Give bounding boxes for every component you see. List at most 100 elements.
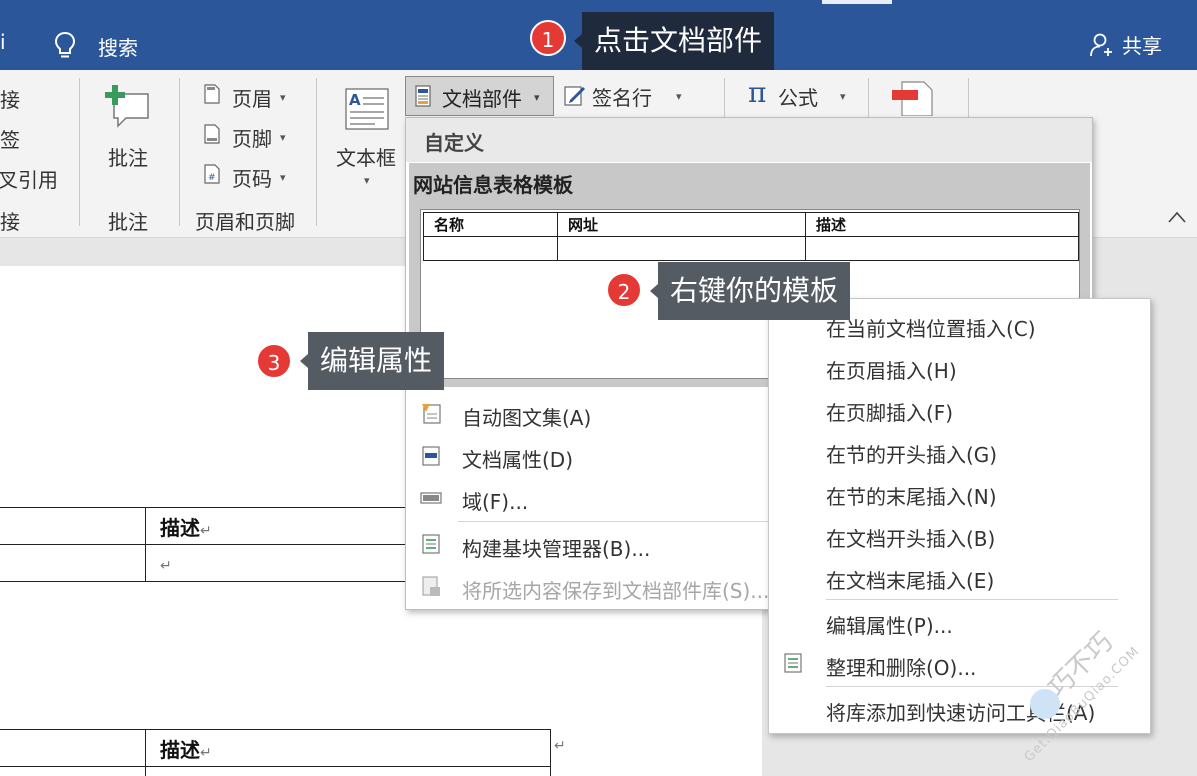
paragraph-mark: ↵ <box>200 522 212 539</box>
title-bar-tab-stub <box>822 0 892 4</box>
share-button[interactable]: 共享 <box>1122 30 1162 59</box>
template-preview-table: 名称 网址 描述 <box>423 212 1079 261</box>
gallery-section-header: 自定义 <box>406 118 1092 162</box>
field-icon <box>420 492 442 504</box>
title-bar-fragment: i <box>0 30 6 54</box>
text-box-button[interactable]: 文本框 <box>336 142 396 171</box>
table-cell[interactable] <box>0 544 146 582</box>
preview-header-desc: 描述 <box>805 212 1079 237</box>
step-badge-1: 1 <box>530 20 566 56</box>
quick-parts-caret: ▾ <box>534 91 540 104</box>
preview-header-name: 名称 <box>423 212 558 237</box>
comment-group-label: 批注 <box>108 210 148 234</box>
step-badge-2: 2 <box>606 272 642 308</box>
signature-line-icon <box>564 86 585 106</box>
group-separator <box>868 78 869 118</box>
page-number-dropdown-caret[interactable]: ▾ <box>280 171 286 184</box>
preview-header-url: 网址 <box>557 212 806 237</box>
header-footer-group-label: 页眉和页脚 <box>195 210 295 234</box>
ctx-organize-and-delete[interactable]: 整理和删除(O)... <box>826 652 976 681</box>
footer-dropdown-caret[interactable]: ▾ <box>280 131 286 144</box>
watermark: 巧不巧 Get.QiaoBuQiao.COM <box>1022 615 1190 765</box>
ctx-insert-at-document-start[interactable]: 在文档开头插入(B) <box>826 523 995 552</box>
ribbon-partial-link[interactable]: 接 <box>0 84 20 113</box>
step-badge-3: 3 <box>256 343 292 379</box>
quick-parts-button[interactable]: 文档部件 ▾ <box>405 76 554 116</box>
group-separator <box>179 78 180 226</box>
table-cell <box>423 236 558 261</box>
equation-caret[interactable]: ▾ <box>840 90 846 103</box>
links-group-label: 接 <box>0 210 20 234</box>
ctx-edit-properties[interactable]: 编辑属性(P)... <box>826 610 953 639</box>
document-table-2[interactable]: 描述↵ <box>0 729 551 776</box>
document-property-icon <box>422 446 440 466</box>
menu-save-selection-to-gallery: 将所选内容保存到文档部件库(S)... <box>462 579 770 603</box>
comment-button[interactable]: 批注 <box>108 142 148 171</box>
callout-edit-properties: 编辑属性 <box>299 332 445 390</box>
svg-text:#: # <box>208 173 216 183</box>
table-cell[interactable]: 描述↵ <box>145 729 551 767</box>
menu-separator <box>458 521 818 522</box>
page-number-button[interactable]: 页码 <box>232 163 272 192</box>
menu-building-blocks-organizer[interactable]: 构建基块管理器(B)... <box>462 533 650 562</box>
table-row <box>0 766 551 776</box>
signature-line-caret[interactable]: ▾ <box>676 90 682 103</box>
header-page-icon <box>204 84 220 104</box>
quick-parts-icon <box>415 85 431 107</box>
ribbon-partial-bookmark[interactable]: 签 <box>0 124 20 153</box>
group-separator <box>316 78 317 226</box>
ctx-insert-at-section-end[interactable]: 在节的末尾插入(N) <box>826 481 997 510</box>
table-header-text: 描述 <box>160 737 200 762</box>
table-cell[interactable] <box>0 507 146 545</box>
footer-button[interactable]: 页脚 <box>232 123 272 152</box>
header-button[interactable]: 页眉 <box>232 83 272 112</box>
table-cell[interactable] <box>0 766 146 776</box>
share-person-icon[interactable] <box>1089 32 1113 58</box>
ctx-insert-at-section-start[interactable]: 在节的开头插入(G) <box>826 439 997 468</box>
group-separator <box>724 78 725 118</box>
equation-pi-icon: π <box>748 76 767 109</box>
ctx-insert-in-footer[interactable]: 在页脚插入(F) <box>826 397 953 426</box>
menu-field[interactable]: 域(F)... <box>462 486 528 515</box>
object-embed-icon[interactable] <box>892 78 936 116</box>
tell-me-search[interactable]: 搜索 <box>98 32 138 61</box>
ctx-insert-at-document-end[interactable]: 在文档末尾插入(E) <box>826 565 994 594</box>
menu-autotext[interactable]: 自动图文集(A) <box>462 402 591 431</box>
text-box-dropdown-caret[interactable]: ▾ <box>364 174 370 187</box>
table-cell <box>805 236 1079 261</box>
table-row <box>423 236 1079 261</box>
table-cell[interactable] <box>145 766 551 776</box>
quick-parts-label: 文档部件 <box>442 87 522 111</box>
menu-document-property[interactable]: 文档属性(D) <box>462 444 573 473</box>
text-box-icon[interactable]: A <box>345 88 389 130</box>
paragraph-mark: ↵ <box>160 558 172 574</box>
ctx-insert-at-current-position[interactable]: 在当前文档位置插入(C) <box>826 313 1036 342</box>
save-to-gallery-icon <box>422 576 440 596</box>
row-end-mark: ↵ <box>554 738 566 754</box>
lightbulb-icon[interactable] <box>52 30 78 60</box>
ctx-insert-in-header[interactable]: 在页眉插入(H) <box>826 355 957 384</box>
footer-page-icon <box>204 124 220 144</box>
ribbon-partial-crossref[interactable]: 叉引用 <box>0 164 58 193</box>
table-header-text: 描述 <box>160 515 200 540</box>
table-row: 描述↵ <box>0 729 551 767</box>
header-dropdown-caret[interactable]: ▾ <box>280 91 286 104</box>
callout-right-click-template: 右键你的模板 <box>649 262 851 320</box>
new-comment-icon[interactable] <box>104 84 152 130</box>
svg-text:A: A <box>349 91 361 109</box>
organize-delete-icon <box>784 653 802 673</box>
paragraph-mark: ↵ <box>200 744 212 761</box>
callout-click-quick-parts: 点击文档部件 <box>573 12 775 70</box>
gallery-section-title: 自定义 <box>424 131 484 155</box>
collapse-ribbon-chevron-icon[interactable] <box>1168 210 1186 224</box>
menu-separator <box>826 599 1118 600</box>
page-number-icon: # <box>204 164 220 184</box>
template-name: 网站信息表格模板 <box>413 173 573 197</box>
group-separator <box>968 78 969 118</box>
signature-line-button[interactable]: 签名行 <box>592 82 652 111</box>
group-separator <box>79 78 80 226</box>
table-cell[interactable] <box>0 729 146 767</box>
table-row: 名称 网址 描述 <box>423 212 1079 237</box>
equation-button[interactable]: 公式 <box>778 82 818 111</box>
building-blocks-organizer-icon <box>422 534 440 554</box>
